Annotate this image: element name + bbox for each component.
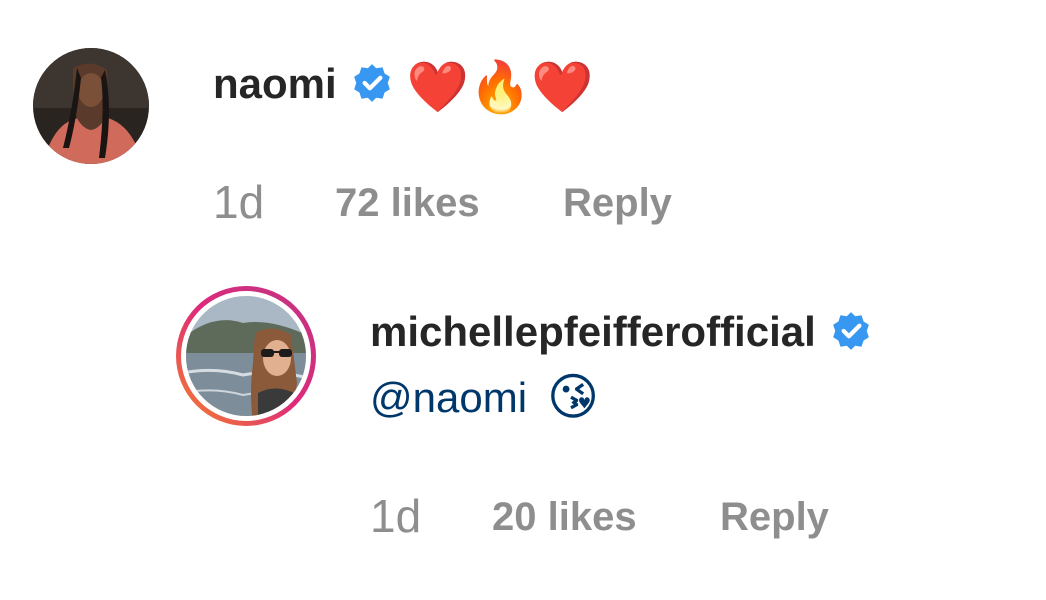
- likes-count[interactable]: 72 likes: [335, 183, 480, 223]
- comment-meta: 1d 20 likes Reply: [370, 493, 870, 542]
- username-text[interactable]: naomi: [213, 60, 337, 107]
- verified-badge-icon: [830, 310, 872, 352]
- likes-count[interactable]: 20 likes: [492, 497, 637, 537]
- comment-username[interactable]: naomi ❤️🔥❤️: [213, 62, 593, 112]
- comment-body: @naomi 😘: [370, 372, 599, 426]
- comment-time[interactable]: 1d: [213, 179, 264, 225]
- avatar[interactable]: [173, 283, 319, 429]
- username-text[interactable]: michellepfeifferofficial: [370, 308, 816, 355]
- comment-text: ❤️🔥❤️: [406, 58, 594, 116]
- comment-username[interactable]: michellepfeifferofficial: [370, 311, 872, 356]
- comment-meta: 1d 72 likes Reply: [213, 179, 713, 228]
- mention-link[interactable]: @naomi: [370, 374, 527, 421]
- comment-time[interactable]: 1d: [370, 493, 421, 539]
- avatar-story-ring: [176, 286, 316, 426]
- verified-badge-icon: [351, 62, 393, 104]
- reply-button[interactable]: Reply: [563, 183, 672, 223]
- reply-button[interactable]: Reply: [720, 497, 829, 537]
- avatar-photo: [33, 48, 149, 164]
- comment-thread: naomi ❤️🔥❤️ 1d 72 likes Reply michellepf…: [0, 0, 1046, 600]
- comment-text: 😘: [547, 368, 600, 426]
- avatar[interactable]: [33, 48, 149, 164]
